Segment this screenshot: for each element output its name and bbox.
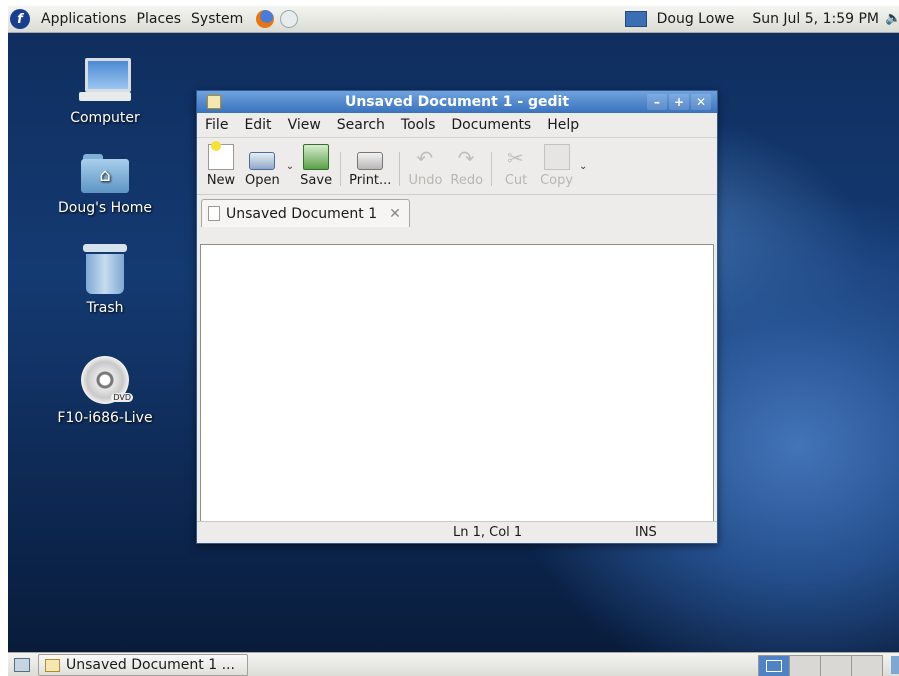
statusbar: Ln 1, Col 1 INS xyxy=(197,521,717,543)
menu-edit[interactable]: Edit xyxy=(236,117,279,133)
dvd-badge: DVD xyxy=(111,393,133,402)
desktop-icon-label: Trash xyxy=(86,300,124,316)
text-editor-area[interactable] xyxy=(200,244,714,522)
menu-tools[interactable]: Tools xyxy=(393,117,444,133)
save-label: Save xyxy=(300,173,333,188)
workspace-2[interactable] xyxy=(789,655,821,676)
menu-file[interactable]: File xyxy=(197,117,236,133)
menu-help[interactable]: Help xyxy=(539,117,587,133)
print-label: Print... xyxy=(349,173,392,188)
computer-icon xyxy=(77,58,133,104)
volume-icon[interactable]: 🔈 xyxy=(885,12,899,26)
undo-label: Undo xyxy=(408,173,443,188)
toolbar-overflow-dropdown[interactable]: ⌄ xyxy=(579,161,587,172)
workspace-4[interactable] xyxy=(851,655,883,676)
desktop: f Applications Places System Doug Lowe S… xyxy=(8,6,899,676)
workspace-1[interactable] xyxy=(758,655,790,676)
desktop-icon-label: Doug's Home xyxy=(57,200,153,216)
toolbar-separator xyxy=(491,152,493,186)
print-button[interactable]: Print... xyxy=(349,144,391,188)
toolbar-separator xyxy=(340,152,342,186)
home-folder-icon: ⌂ xyxy=(79,154,131,194)
gedit-task-icon xyxy=(45,658,60,672)
mail-launcher-icon[interactable] xyxy=(280,10,299,28)
save-button[interactable]: Save xyxy=(300,144,332,188)
copy-label: Copy xyxy=(540,173,574,188)
firefox-launcher-icon[interactable] xyxy=(256,10,275,28)
redo-label: Redo xyxy=(450,173,484,188)
scissors-icon xyxy=(504,146,528,170)
new-button[interactable]: New xyxy=(205,141,237,188)
document-tab-label: Unsaved Document 1 xyxy=(226,205,378,222)
copy-button[interactable]: Copy xyxy=(540,144,573,188)
save-icon xyxy=(303,144,330,170)
panel-tray: Doug Lowe Sun Jul 5, 1:59 PM 🔈 xyxy=(624,11,899,27)
network-icon[interactable] xyxy=(624,11,647,27)
copy-icon xyxy=(543,144,570,170)
menu-documents[interactable]: Documents xyxy=(443,117,539,133)
document-tabbar: Unsaved Document 1 ✕ xyxy=(197,195,717,227)
trash-icon xyxy=(83,244,127,294)
show-desktop-icon[interactable] xyxy=(14,658,30,672)
desktop-icon-label: Computer xyxy=(70,110,140,126)
close-tab-icon[interactable]: ✕ xyxy=(389,206,401,222)
open-recent-dropdown[interactable]: ⌄ xyxy=(286,161,294,172)
insert-mode: INS xyxy=(635,525,657,540)
desktop-icon-computer[interactable]: Computer xyxy=(50,58,160,126)
workspace-3[interactable] xyxy=(820,655,852,676)
cursor-position: Ln 1, Col 1 xyxy=(453,525,523,540)
menu-view[interactable]: View xyxy=(280,117,329,133)
document-tab[interactable]: Unsaved Document 1 ✕ xyxy=(201,199,410,227)
applications-menu[interactable]: Applications xyxy=(36,11,132,27)
maximize-button[interactable]: + xyxy=(669,94,689,110)
gedit-window: Unsaved Document 1 - gedit – + ✕ File Ed… xyxy=(196,90,718,544)
minimize-button[interactable]: – xyxy=(647,94,667,110)
desktop-icon-label: F10-i686-Live xyxy=(57,410,153,426)
document-icon xyxy=(208,206,220,221)
workspace-switcher xyxy=(758,655,883,676)
taskbar-item-label: Unsaved Document 1 ... xyxy=(66,657,235,673)
redo-icon xyxy=(455,146,479,170)
window-titlebar[interactable]: Unsaved Document 1 - gedit – + ✕ xyxy=(197,91,717,113)
fedora-logo-icon[interactable]: f xyxy=(10,9,30,29)
places-menu[interactable]: Places xyxy=(132,11,187,27)
clock[interactable]: Sun Jul 5, 1:59 PM xyxy=(752,11,879,27)
desktop-icon-home[interactable]: ⌂ Doug's Home xyxy=(50,154,160,216)
toolbar: New Open ⌄ Save Print... Undo xyxy=(197,138,717,195)
window-title: Unsaved Document 1 - gedit xyxy=(344,94,570,110)
desktop-icon-trash[interactable]: Trash xyxy=(50,244,160,316)
undo-button[interactable]: Undo xyxy=(408,146,442,188)
cut-label: Cut xyxy=(504,173,528,188)
system-menu[interactable]: System xyxy=(186,11,248,27)
open-label: Open xyxy=(245,173,280,188)
printer-icon xyxy=(357,152,384,170)
bottom-panel: Unsaved Document 1 ... xyxy=(8,652,899,676)
trash-applet-icon[interactable] xyxy=(891,656,899,674)
new-document-icon xyxy=(208,141,234,170)
window-controls: – + ✕ xyxy=(645,94,711,110)
open-folder-icon xyxy=(249,152,276,170)
undo-icon xyxy=(413,146,437,170)
redo-button[interactable]: Redo xyxy=(450,146,483,188)
dvd-icon: DVD xyxy=(81,356,133,404)
open-button[interactable]: Open xyxy=(245,144,280,188)
user-switcher[interactable]: Doug Lowe xyxy=(657,11,735,27)
menubar: File Edit View Search Tools Documents He… xyxy=(197,113,717,138)
close-window-button[interactable]: ✕ xyxy=(691,94,711,110)
new-label: New xyxy=(206,173,236,188)
taskbar-item-gedit[interactable]: Unsaved Document 1 ... xyxy=(38,654,248,676)
cut-button[interactable]: Cut xyxy=(500,146,532,188)
menu-search[interactable]: Search xyxy=(329,117,393,133)
desktop-icon-dvd[interactable]: DVD F10-i686-Live xyxy=(50,356,160,426)
toolbar-separator xyxy=(399,152,401,186)
top-panel: f Applications Places System Doug Lowe S… xyxy=(8,6,899,33)
